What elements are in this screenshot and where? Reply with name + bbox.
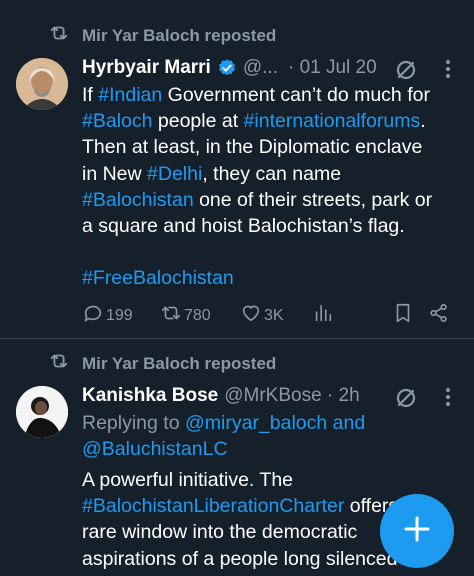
repost-indicator: Mir Yar Baloch reposted — [48, 350, 276, 377]
more-options-icon[interactable] — [444, 58, 452, 85]
replying-prefix: Replying to — [82, 412, 180, 434]
compose-button[interactable] — [380, 494, 454, 568]
like-button[interactable]: 3K — [240, 302, 284, 329]
post-text-line: #Balochistan one of their streets, park … — [82, 187, 467, 213]
post-date[interactable]: · 01 Jul 20 — [288, 57, 377, 79]
post-text-line: A powerful initiative. The — [82, 467, 467, 493]
heart-icon — [240, 302, 262, 329]
hashtag-link[interactable]: #Balochistan — [82, 189, 194, 211]
bookmark-button[interactable] — [392, 302, 414, 329]
reply-icon — [82, 302, 104, 329]
post-text-segment: rare window into the democratic — [82, 521, 358, 544]
post-text-line: Then at least, in the Diplomatic enclave — [82, 134, 467, 160]
post-divider — [0, 338, 474, 339]
post-text-segment: If — [82, 84, 99, 106]
views-icon — [312, 302, 334, 329]
post-text-line: in New #Delhi, they can name — [82, 161, 467, 187]
author-name[interactable]: Kanishka Bose — [82, 385, 218, 407]
repost-icon — [160, 302, 182, 329]
views-button[interactable] — [312, 302, 334, 329]
reply-count: 199 — [106, 306, 133, 324]
post-text-segment: Government can’t do much for — [162, 84, 430, 106]
mention-link[interactable]: @miryar_baloch — [185, 412, 327, 434]
reply-button[interactable]: 199 — [82, 302, 133, 329]
author-handle[interactable]: @MrKBose · 2h — [224, 385, 359, 407]
bookmark-icon — [392, 302, 414, 329]
post-text-segment: one of their streets, park or — [193, 188, 433, 211]
author-handle[interactable]: @... — [243, 57, 278, 79]
replying-and: and — [332, 412, 366, 434]
post-text-line: #FreeBalochistan — [82, 265, 467, 291]
replying-to: Replying to @miryar_baloch and @Baluchis… — [82, 410, 467, 462]
post-text-line: #Baloch people at #internationalforums. — [82, 108, 467, 134]
author-name[interactable]: Hyrbyair Marri — [82, 57, 211, 79]
post-text-segment: Then at least, in the Diplomatic enclave — [82, 136, 423, 159]
post-text-segment: , they can name — [202, 162, 342, 185]
verified-badge-icon — [217, 58, 237, 78]
hashtag-link[interactable]: #Indian — [98, 84, 162, 106]
share-icon — [428, 302, 450, 329]
post-text-line — [82, 239, 467, 265]
plus-icon — [403, 515, 431, 548]
post-text-segment: in New — [82, 162, 148, 185]
post-header: Kanishka Bose @MrKBose · 2h — [82, 385, 360, 407]
post-text-segment: . — [420, 110, 426, 133]
hashtag-link[interactable]: #FreeBalochistan — [82, 267, 234, 289]
post-text-segment: aspirations of a people long silenced — [82, 547, 398, 570]
more-options-icon[interactable] — [444, 386, 452, 413]
post-text-line: a square and hoist Balochistan’s flag. — [82, 213, 467, 239]
repost-count: 780 — [184, 306, 211, 324]
repost-label: Mir Yar Baloch reposted — [82, 353, 277, 373]
post-text-segment: people at — [152, 110, 244, 133]
hashtag-link[interactable]: #Baloch — [82, 110, 152, 132]
post-header: Hyrbyair Marri @... · 01 Jul 20 — [82, 57, 377, 79]
repost-icon — [48, 350, 70, 377]
like-count: 3K — [264, 306, 284, 324]
hashtag-link[interactable]: #Delhi — [147, 163, 202, 185]
repost-indicator: Mir Yar Baloch reposted — [48, 22, 276, 49]
post-text: If #Indian Government can’t do much for #… — [82, 82, 467, 292]
hashtag-link[interactable]: #BalochistanLiberationCharter — [82, 495, 344, 517]
avatar[interactable] — [16, 58, 68, 110]
hashtag-link[interactable]: #internationalforums — [244, 110, 421, 132]
post-text-line: If #Indian Government can’t do much for — [82, 82, 467, 108]
avatar[interactable] — [16, 386, 68, 438]
mention-link[interactable]: @BaluchistanLC — [82, 438, 228, 460]
repost-button[interactable]: 780 — [160, 302, 211, 329]
repost-label: Mir Yar Baloch reposted — [82, 25, 277, 45]
post-text-segment: a square and hoist Balochistan’s flag. — [82, 215, 405, 238]
post-text-segment — [82, 241, 87, 263]
post-text-segment: A powerful initiative. The — [82, 469, 294, 491]
repost-icon — [48, 22, 70, 49]
post-actions: 199 780 3K — [82, 302, 462, 328]
share-button[interactable] — [428, 302, 450, 329]
